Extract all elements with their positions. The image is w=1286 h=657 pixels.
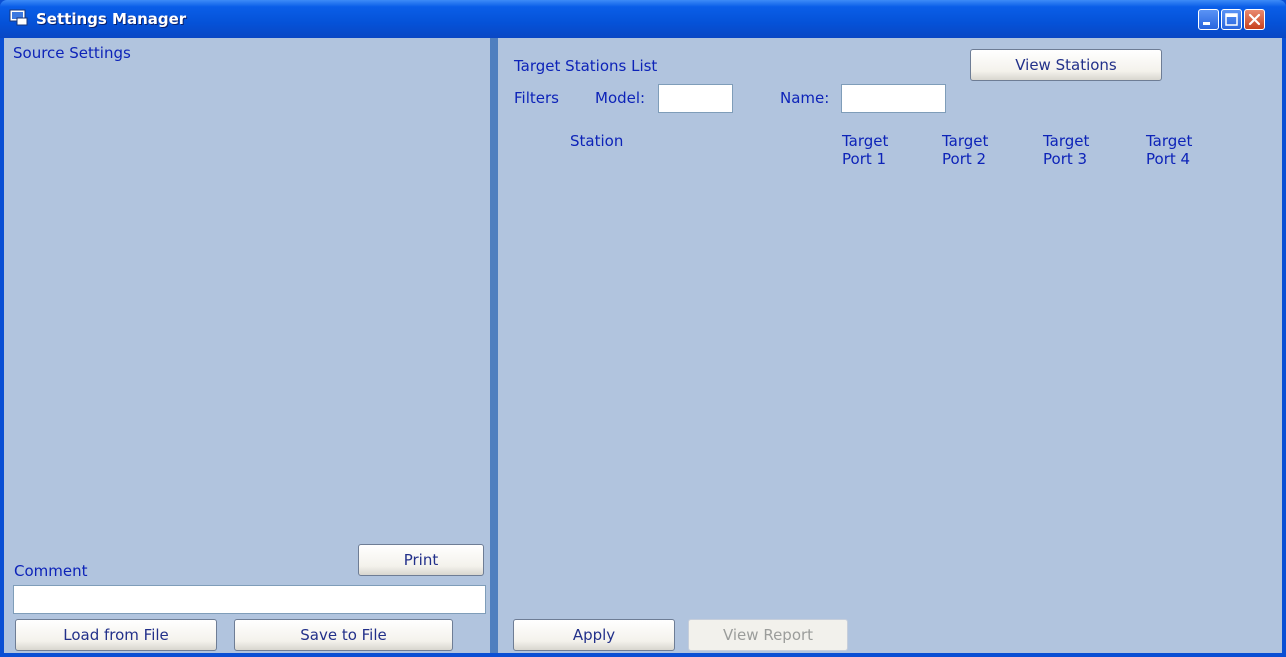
column-header-sublabel: Port 2	[942, 150, 987, 168]
column-header-sublabel: Port 3	[1043, 150, 1088, 168]
print-button[interactable]: Print	[358, 544, 484, 576]
minimize-button[interactable]	[1198, 9, 1219, 30]
column-header-label: Station	[570, 132, 624, 150]
save-to-file-button[interactable]: Save to File	[234, 619, 453, 651]
source-settings-heading: Source Settings	[13, 44, 131, 62]
name-filter-label: Name:	[780, 89, 830, 107]
model-filter-input[interactable]	[658, 84, 733, 113]
column-header-target-port-3[interactable]: Target Port 3	[1043, 132, 1089, 168]
column-header-station[interactable]: Station	[570, 132, 623, 150]
window-title: Settings Manager	[36, 10, 187, 28]
minimize-icon	[1203, 22, 1210, 25]
column-header-label: Target	[1146, 132, 1193, 150]
target-stations-heading: Target Stations List	[514, 57, 658, 75]
app-icon	[9, 9, 28, 26]
column-header-label: Target	[842, 132, 889, 150]
column-header-target-port-1[interactable]: Target Port 1	[842, 132, 888, 168]
column-header-sublabel: Port 4	[1146, 150, 1191, 168]
load-from-file-button[interactable]: Load from File	[15, 619, 217, 651]
comment-input[interactable]	[13, 585, 486, 614]
name-filter-input[interactable]	[841, 84, 946, 113]
close-button[interactable]	[1244, 9, 1265, 30]
column-header-target-port-2[interactable]: Target Port 2	[942, 132, 988, 168]
maximize-button[interactable]	[1221, 9, 1242, 30]
column-header-target-port-4[interactable]: Target Port 4	[1146, 132, 1192, 168]
close-icon	[1248, 13, 1261, 26]
view-report-button[interactable]: View Report	[688, 619, 848, 651]
view-stations-button[interactable]: View Stations	[970, 49, 1162, 81]
column-header-sublabel: Port 1	[842, 150, 887, 168]
model-filter-label: Model:	[595, 89, 646, 107]
comment-label: Comment	[14, 562, 88, 580]
title-bar[interactable]: Settings Manager	[0, 0, 1286, 38]
target-stations-panel: Target Stations List View Stations Filte…	[498, 38, 1282, 653]
column-header-label: Target	[1043, 132, 1090, 150]
settings-manager-window: Settings Manager Source Settings Print C…	[0, 0, 1286, 657]
apply-button[interactable]: Apply	[513, 619, 675, 651]
filters-label: Filters	[514, 89, 559, 107]
maximize-icon	[1225, 13, 1238, 26]
panel-splitter[interactable]	[490, 38, 498, 653]
source-settings-panel: Source Settings Print Comment Load from …	[4, 38, 490, 653]
column-header-label: Target	[942, 132, 989, 150]
